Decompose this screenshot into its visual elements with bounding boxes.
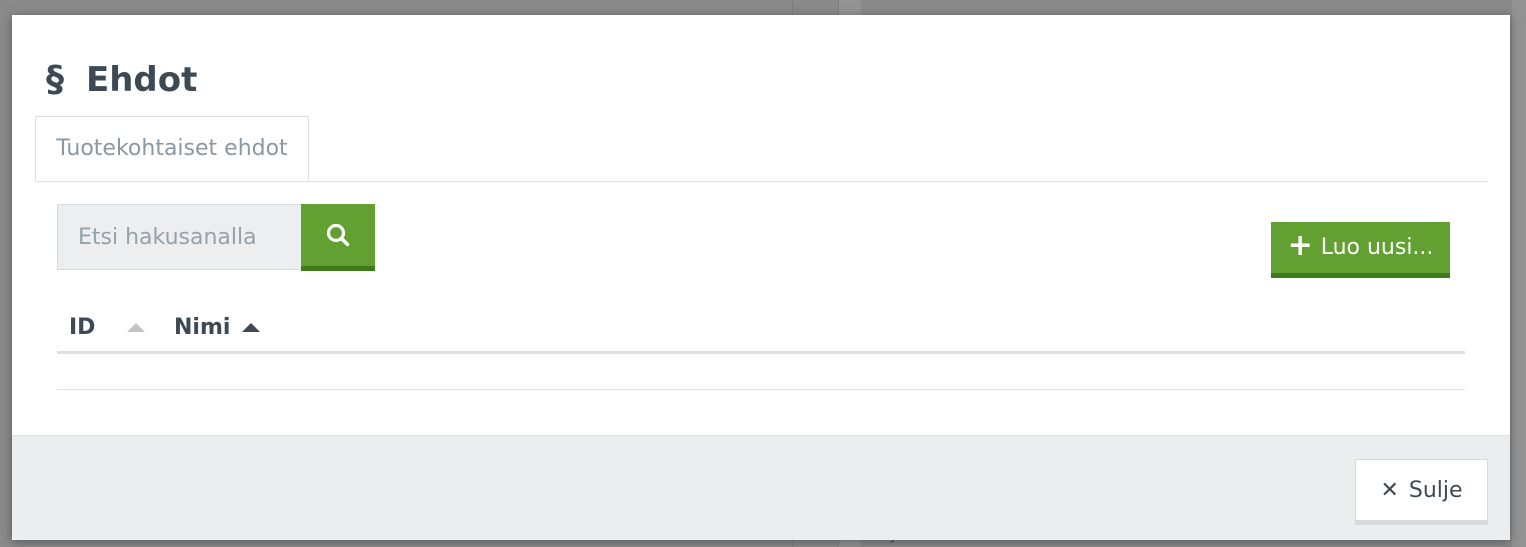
background-scroll-strip — [1512, 0, 1526, 547]
column-header-name-label: Nimi — [174, 314, 231, 340]
search-input[interactable] — [57, 204, 301, 270]
column-header-name[interactable]: Nimi — [174, 314, 261, 340]
tab-product-conditions[interactable]: Tuotekohtaiset ehdot — [35, 116, 309, 181]
sort-up-active-icon — [242, 322, 261, 332]
conditions-dialog: § Ehdot Tuotekohtaiset ehdot + Luo uusi.… — [12, 15, 1510, 540]
close-icon: ✕ — [1380, 477, 1399, 503]
dialog-title-text: Ehdot — [86, 59, 198, 100]
dialog-footer: ✕ Sulje — [12, 435, 1510, 540]
table-body-empty — [57, 354, 1465, 390]
column-header-id[interactable]: ID — [57, 315, 174, 340]
close-button[interactable]: ✕ Sulje — [1355, 459, 1488, 525]
search-group — [57, 204, 375, 271]
sort-up-icon — [127, 322, 145, 332]
close-label: Sulje — [1408, 477, 1463, 503]
dialog-body: § Ehdot Tuotekohtaiset ehdot + Luo uusi.… — [12, 15, 1510, 435]
create-new-label: Luo uusi... — [1320, 235, 1434, 260]
tab-bar: Tuotekohtaiset ehdot — [35, 116, 1488, 182]
search-button[interactable] — [301, 204, 375, 271]
plus-icon: + — [1287, 228, 1313, 263]
conditions-table: ID Nimi — [57, 303, 1465, 390]
column-header-id-label: ID — [69, 314, 96, 340]
search-icon — [326, 223, 350, 247]
dialog-title: § Ehdot — [46, 59, 197, 100]
section-sign-icon: § — [46, 59, 64, 100]
create-new-button[interactable]: + Luo uusi... — [1271, 222, 1450, 278]
table-header: ID Nimi — [57, 303, 1465, 354]
